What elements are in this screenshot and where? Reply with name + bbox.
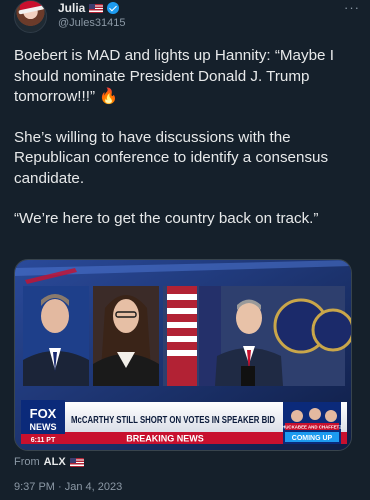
- coming-up-show: HUCKABEE AND CHAFFETZ: [282, 425, 342, 430]
- flag-icon: [69, 457, 84, 467]
- tweet-timestamp[interactable]: 9:37 PM · Jan 4, 2023: [14, 481, 122, 493]
- user-handle[interactable]: @Jules31415: [58, 17, 125, 29]
- tweet-paragraph: “We’re here to get the country back on t…: [14, 210, 319, 227]
- tweet-text: Boebert is MAD and lights up Hannity: “M…: [14, 46, 360, 250]
- source-name-link[interactable]: ALX: [44, 456, 66, 468]
- news-headline: McCARTHY STILL SHORT ON VOTES IN SPEAKER…: [71, 414, 275, 426]
- coming-up-label: COMING UP: [292, 435, 333, 442]
- panel-left-host: [23, 286, 89, 386]
- tweet-paragraph: Boebert is MAD and lights up Hannity: “M…: [14, 47, 339, 105]
- network-logo-bottom: NEWS: [30, 422, 57, 432]
- santa-hat-decoration: [17, 1, 43, 12]
- avatar[interactable]: [14, 0, 47, 33]
- verified-badge-icon: [107, 2, 120, 14]
- network-logo-top: FOX: [30, 406, 57, 421]
- source-from-label: From: [14, 456, 40, 468]
- source-attribution: From ALX: [14, 456, 84, 468]
- name-row: Julia: [58, 1, 120, 15]
- time-badge: 6:11 PT: [31, 437, 56, 444]
- tweet-header: Julia @Jules31415 ···: [14, 0, 360, 34]
- panel-right-speaker: [163, 286, 351, 386]
- tweet-paragraph: She’s willing to have discussions with t…: [14, 128, 333, 187]
- display-name[interactable]: Julia: [58, 1, 85, 15]
- breaking-news-banner: BREAKING NEWS: [126, 434, 204, 444]
- more-options-icon[interactable]: ···: [344, 0, 360, 15]
- video-thumbnail[interactable]: FOX NEWS 6:11 PT McCARTHY STILL SHORT ON…: [14, 259, 352, 451]
- flag-icon: [89, 3, 104, 13]
- panel-center-guest: [93, 286, 159, 386]
- news-lower-third: FOX NEWS 6:11 PT McCARTHY STILL SHORT ON…: [21, 400, 347, 444]
